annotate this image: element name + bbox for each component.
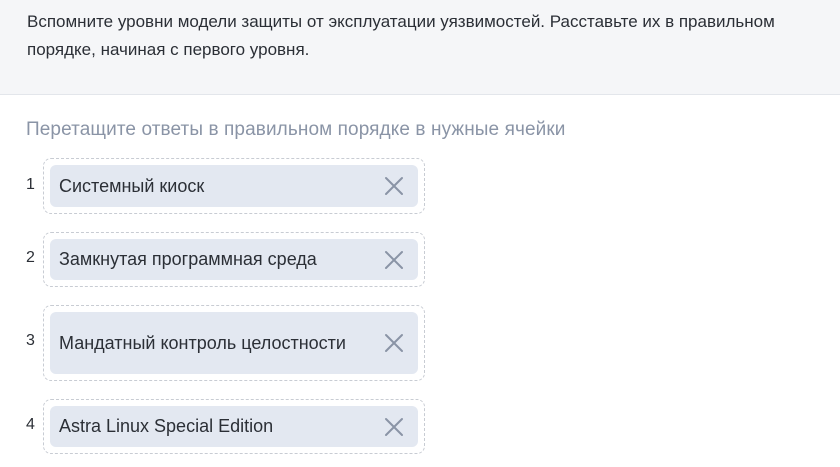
- close-icon[interactable]: [382, 415, 406, 439]
- close-icon[interactable]: [382, 174, 406, 198]
- slot-index: 2: [26, 249, 35, 266]
- drop-slot[interactable]: Мандатный контроль целостности: [43, 305, 425, 381]
- drop-slot[interactable]: Системный киоск: [43, 158, 425, 214]
- close-icon[interactable]: [382, 248, 406, 272]
- answer-chip-label: Системный киоск: [59, 175, 205, 196]
- drop-slot[interactable]: Замкнутая программная среда: [43, 232, 425, 287]
- close-icon[interactable]: [382, 331, 406, 355]
- answer-chip[interactable]: Мандатный контроль целостности: [50, 312, 418, 374]
- answer-chip-label: Замкнутая программная среда: [59, 249, 317, 269]
- question-text: Вспомните уровни модели защиты от эксплу…: [27, 12, 775, 59]
- answer-chip[interactable]: Системный киоск: [50, 165, 418, 207]
- instruction-text: Перетащите ответы в правильном порядке в…: [26, 119, 566, 140]
- drop-slot[interactable]: Astra Linux Special Edition: [43, 399, 425, 454]
- answer-chip-label: Мандатный контроль целостности: [59, 332, 346, 353]
- slot-index: 1: [26, 176, 35, 193]
- answer-chip[interactable]: Замкнутая программная среда: [50, 239, 418, 280]
- question-panel: Вспомните уровни модели защиты от эксплу…: [0, 0, 840, 95]
- answer-chip-label: Astra Linux Special Edition: [59, 416, 274, 436]
- slot-index: 4: [26, 416, 35, 433]
- slot-index: 3: [26, 332, 35, 349]
- answer-chip[interactable]: Astra Linux Special Edition: [50, 406, 418, 447]
